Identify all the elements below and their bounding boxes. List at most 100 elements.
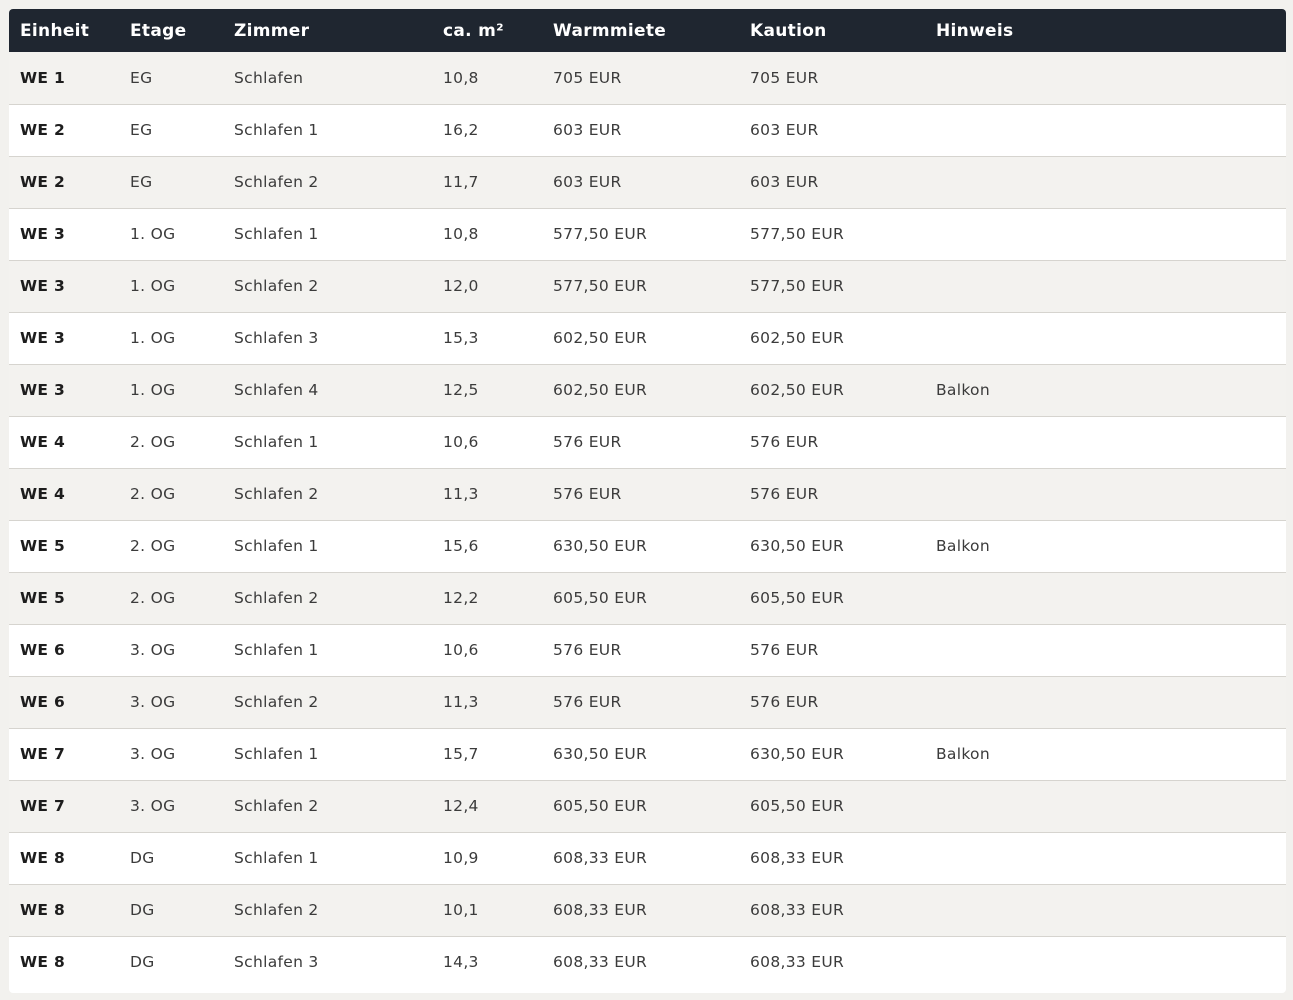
cell-warmmiete: 576 EUR bbox=[553, 641, 622, 659]
cell-hinweis bbox=[925, 104, 1286, 156]
cell-einheit: WE 3 bbox=[20, 225, 66, 243]
cell-zimmer: Schlafen 1 bbox=[234, 641, 319, 659]
cell-einheit: WE 5 bbox=[20, 589, 66, 607]
cell-einheit: WE 4 bbox=[20, 433, 66, 451]
cell-etage: 3. OG bbox=[130, 693, 176, 711]
table-header-row: Einheit Etage Zimmer ca. m² Warmmiete Ka… bbox=[9, 9, 1286, 52]
column-header-kaution: Kaution bbox=[750, 20, 827, 41]
cell-area: 10,9 bbox=[443, 849, 479, 867]
cell-zimmer: Schlafen 4 bbox=[234, 381, 319, 399]
cell-kaution: 608,33 EUR bbox=[750, 953, 845, 972]
cell-warmmiete: 608,33 EUR bbox=[553, 849, 648, 867]
cell-kaution: 608,33 EUR bbox=[750, 849, 845, 867]
cell-zimmer: Schlafen 2 bbox=[234, 277, 319, 295]
cell-area: 14,3 bbox=[443, 953, 479, 972]
cell-einheit: WE 5 bbox=[20, 537, 66, 555]
cell-warmmiete: 603 EUR bbox=[553, 121, 622, 139]
cell-zimmer: Schlafen 2 bbox=[234, 485, 319, 503]
cell-etage: EG bbox=[130, 121, 153, 139]
cell-area: 12,2 bbox=[443, 589, 479, 607]
cell-kaution: 576 EUR bbox=[750, 693, 819, 711]
cell-warmmiete: 576 EUR bbox=[553, 693, 622, 711]
cell-kaution: 577,50 EUR bbox=[750, 225, 845, 243]
cell-zimmer: Schlafen 2 bbox=[234, 797, 319, 815]
cell-hinweis bbox=[925, 416, 1286, 468]
cell-warmmiete: 605,50 EUR bbox=[553, 589, 648, 607]
cell-kaution: 602,50 EUR bbox=[750, 329, 845, 347]
cell-zimmer: Schlafen bbox=[234, 68, 304, 87]
cell-etage: DG bbox=[130, 953, 155, 972]
cell-zimmer: Schlafen 1 bbox=[234, 433, 319, 451]
table-row: WE 4 2. OG Schlafen 1 10,6 576 EUR 576 EUR bbox=[9, 416, 1286, 468]
cell-warmmiete: 576 EUR bbox=[553, 433, 622, 451]
cell-warmmiete: 608,33 EUR bbox=[553, 953, 648, 972]
cell-zimmer: Schlafen 1 bbox=[234, 849, 319, 867]
cell-kaution: 576 EUR bbox=[750, 433, 819, 451]
cell-kaution: 630,50 EUR bbox=[750, 745, 845, 763]
table-row: WE 5 2. OG Schlafen 2 12,2 605,50 EUR 605,50 … bbox=[9, 572, 1286, 624]
cell-einheit: WE 8 bbox=[20, 953, 66, 972]
cell-hinweis bbox=[925, 780, 1286, 832]
cell-kaution: 605,50 EUR bbox=[750, 589, 845, 607]
cell-area: 16,2 bbox=[443, 121, 479, 139]
cell-area: 12,0 bbox=[443, 277, 479, 295]
table-row: WE 4 2. OG Schlafen 2 11,3 576 EUR 576 EUR bbox=[9, 468, 1286, 520]
cell-kaution: 608,33 EUR bbox=[750, 901, 845, 919]
cell-zimmer: Schlafen 3 bbox=[234, 329, 319, 347]
table-row: WE 3 1. OG Schlafen 3 15,3 602,50 EUR 602,50 … bbox=[9, 312, 1286, 364]
table-row: WE 6 3. OG Schlafen 2 11,3 576 EUR 576 EUR bbox=[9, 676, 1286, 728]
cell-area: 11,3 bbox=[443, 485, 479, 503]
cell-hinweis bbox=[925, 884, 1286, 936]
cell-warmmiete: 602,50 EUR bbox=[553, 329, 648, 347]
cell-area: 10,6 bbox=[443, 641, 479, 659]
cell-etage: 1. OG bbox=[130, 225, 176, 243]
table-row: WE 7 3. OG Schlafen 1 15,7 630,50 EUR 630,50 … bbox=[9, 728, 1286, 780]
cell-kaution: 576 EUR bbox=[750, 485, 819, 503]
cell-etage: 2. OG bbox=[130, 537, 176, 555]
cell-etage: 2. OG bbox=[130, 589, 176, 607]
table-row: WE 6 3. OG Schlafen 1 10,6 576 EUR 576 EUR bbox=[9, 624, 1286, 676]
column-header-hinweis: Hinweis bbox=[936, 20, 1014, 41]
cell-hinweis: Balkon bbox=[936, 537, 990, 555]
cell-hinweis bbox=[925, 676, 1286, 728]
cell-zimmer: Schlafen 1 bbox=[234, 745, 319, 763]
table-row: WE 3 1. OG Schlafen 2 12,0 577,50 EUR 577,50 … bbox=[9, 260, 1286, 312]
cell-area: 10,8 bbox=[443, 225, 479, 243]
cell-hinweis bbox=[925, 936, 1286, 988]
cell-kaution: 603 EUR bbox=[750, 173, 819, 191]
column-header-etage: Etage bbox=[130, 20, 187, 41]
cell-etage: DG bbox=[130, 849, 155, 867]
room-table: Einheit Etage Zimmer ca. m² Warmmiete Ka… bbox=[9, 9, 1286, 988]
cell-hinweis bbox=[925, 832, 1286, 884]
cell-warmmiete: 630,50 EUR bbox=[553, 537, 648, 555]
cell-area: 12,5 bbox=[443, 381, 479, 399]
table-row: WE 3 1. OG Schlafen 4 12,5 602,50 EUR 602,50 … bbox=[9, 364, 1286, 416]
cell-einheit: WE 3 bbox=[20, 381, 66, 399]
cell-warmmiete: 602,50 EUR bbox=[553, 381, 648, 399]
cell-area: 10,1 bbox=[443, 901, 479, 919]
cell-einheit: WE 2 bbox=[20, 121, 66, 139]
table-header: Einheit Etage Zimmer ca. m² Warmmiete Ka… bbox=[9, 9, 1286, 52]
cell-hinweis bbox=[925, 468, 1286, 520]
cell-zimmer: Schlafen 2 bbox=[234, 589, 319, 607]
table-row: WE 7 3. OG Schlafen 2 12,4 605,50 EUR 605,50 … bbox=[9, 780, 1286, 832]
cell-zimmer: Schlafen 2 bbox=[234, 693, 319, 711]
cell-einheit: WE 8 bbox=[20, 901, 66, 919]
cell-etage: 2. OG bbox=[130, 485, 176, 503]
cell-einheit: WE 8 bbox=[20, 849, 66, 867]
cell-area: 15,7 bbox=[443, 745, 479, 763]
cell-einheit: WE 4 bbox=[20, 485, 66, 503]
cell-hinweis: Balkon bbox=[936, 381, 990, 399]
cell-etage: 3. OG bbox=[130, 797, 176, 815]
cell-einheit: WE 7 bbox=[20, 745, 66, 763]
cell-warmmiete: 577,50 EUR bbox=[553, 225, 648, 243]
cell-hinweis bbox=[925, 624, 1286, 676]
table-row: WE 3 1. OG Schlafen 1 10,8 577,50 EUR 577,50 … bbox=[9, 208, 1286, 260]
cell-warmmiete: 630,50 EUR bbox=[553, 745, 648, 763]
cell-zimmer: Schlafen 1 bbox=[234, 537, 319, 555]
column-header-warmmiete: Warmmiete bbox=[553, 20, 667, 41]
table-row: WE 8 DG Schlafen 1 10,9 608,33 EUR 608,33 EUR bbox=[9, 832, 1286, 884]
cell-hinweis bbox=[925, 52, 1286, 104]
cell-hinweis bbox=[925, 572, 1286, 624]
cell-einheit: WE 6 bbox=[20, 641, 66, 659]
